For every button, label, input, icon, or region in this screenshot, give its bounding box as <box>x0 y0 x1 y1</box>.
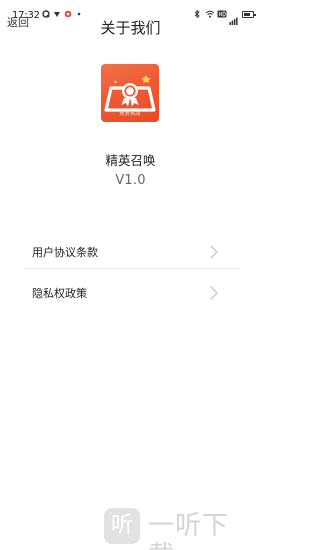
battery-icon <box>242 10 256 18</box>
menu-item-label: 隐私权政策 <box>32 287 87 300</box>
app-logo: 免费英战 <box>101 64 159 122</box>
menu-divider <box>24 268 238 269</box>
app-icon-caption: 免费英战 <box>119 111 141 117</box>
app-name: 精英召唤 <box>105 153 156 168</box>
q-icon <box>42 10 50 18</box>
watermark-text: 一听下载 <box>148 511 230 550</box>
app-icon <box>64 10 72 18</box>
menu-item-label: 用户协议条款 <box>32 246 98 259</box>
about-us-screen: 17:32 返回 关于我们 免费英战 精英召唤 V1.0 用户协议条款 隐私权政… <box>0 0 261 550</box>
menu-item-privacy-policy[interactable]: 隐私权政策 <box>24 273 236 311</box>
chevron-right-icon <box>208 244 220 260</box>
dot-icon <box>75 10 83 18</box>
notification-icon <box>53 10 61 18</box>
status-left-icons <box>42 10 83 18</box>
chevron-right-icon <box>208 285 220 301</box>
signal-icon <box>229 10 238 25</box>
watermark: 听 一听下载 <box>104 508 254 550</box>
bluetooth-icon <box>193 9 201 19</box>
menu-item-user-agreement[interactable]: 用户协议条款 <box>24 232 236 270</box>
status-right-icons <box>193 9 256 25</box>
page-title: 关于我们 <box>100 19 161 37</box>
watermark-badge: 听 <box>104 508 140 544</box>
hd-icon <box>217 10 227 18</box>
wifi-icon <box>205 10 215 18</box>
app-version: V1.0 <box>115 173 146 188</box>
